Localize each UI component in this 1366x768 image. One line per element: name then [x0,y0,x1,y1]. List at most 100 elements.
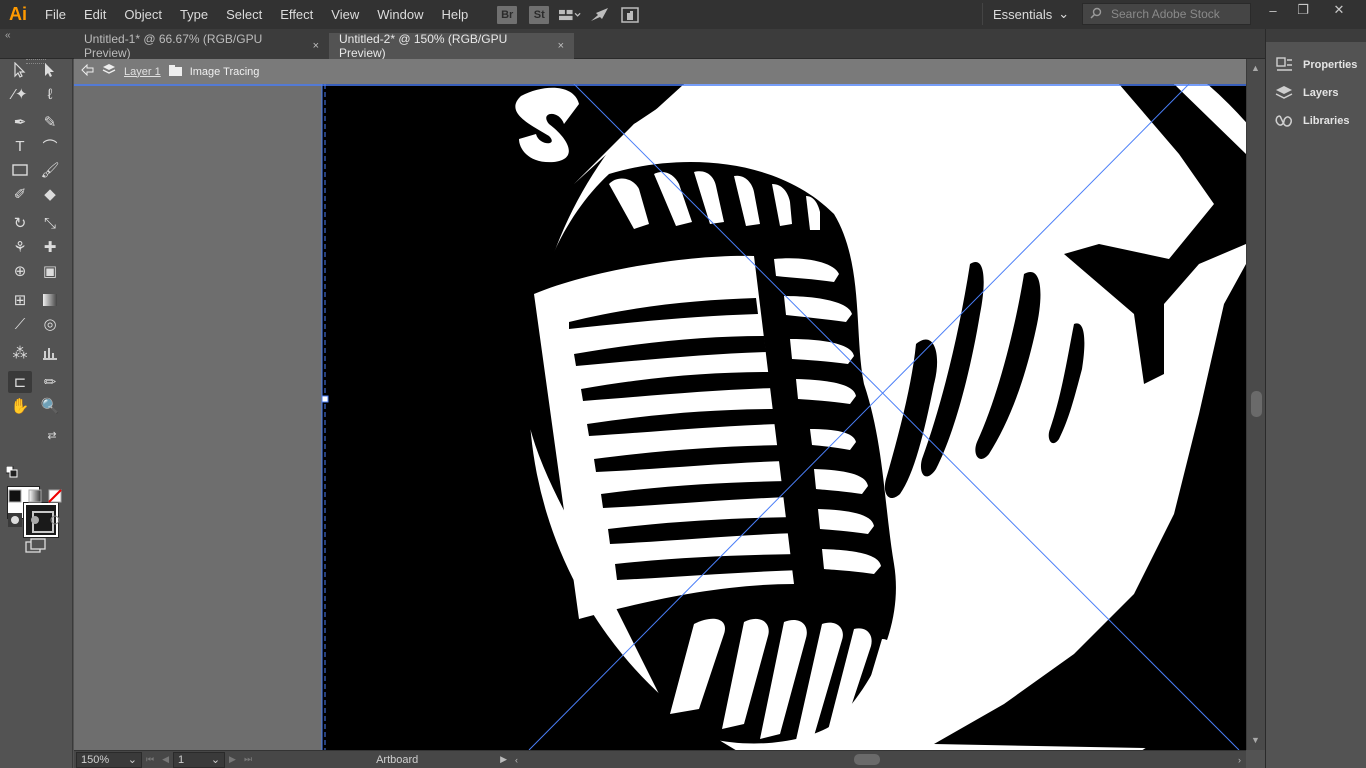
draw-normal-icon[interactable] [8,513,22,527]
minimize-icon[interactable]: – [1258,0,1288,20]
curvature-tool-icon[interactable]: ✎ [38,111,62,133]
artwork [74,84,1246,750]
document-tabs: « « Untitled-1* @ 66.67% (RGB/GPU Previe… [0,29,1366,60]
menu-file[interactable]: File [36,0,75,29]
menu-help[interactable]: Help [432,0,477,29]
paintbrush-tool-icon[interactable]: 🖌 [38,159,62,181]
close-icon[interactable]: × [558,40,564,52]
lasso-tool-icon[interactable]: ℓ [38,83,62,105]
draw-inside-icon[interactable] [48,513,62,527]
breadcrumb-group[interactable]: Image Tracing [190,66,260,78]
menu-view[interactable]: View [322,0,368,29]
search-input[interactable] [1111,7,1251,21]
touch-workspace-icon[interactable] [619,5,641,25]
pen-tool-icon[interactable]: ✒ [8,111,32,133]
arrange-documents-icon[interactable] [559,5,581,25]
horizontal-scroll-thumb[interactable] [854,754,880,765]
layers-icon [1274,83,1294,103]
scroll-thumb[interactable] [1251,391,1262,417]
none-mode-icon[interactable] [48,489,62,503]
live-paint-tool-icon[interactable]: ▣ [38,260,62,282]
tab-label: Untitled-2* @ 150% (RGB/GPU Preview) [339,32,508,60]
mesh-tool-icon[interactable]: ⊞ [8,289,32,311]
line-segment-tool-icon[interactable]: ⌒ [38,135,62,157]
stock-search[interactable] [1082,3,1251,25]
close-icon[interactable]: × [313,40,319,52]
magic-wand-tool-icon[interactable]: ⁄✦ [8,83,32,105]
menu-object[interactable]: Object [115,0,171,29]
menu-window[interactable]: Window [368,0,432,29]
symbol-sprayer-tool-icon[interactable]: ⁂ [8,342,32,364]
swap-fill-stroke-icon[interactable]: ⇄ [44,427,60,443]
selection-tool-icon[interactable] [8,59,32,81]
scroll-left-icon[interactable]: ‹ [515,755,518,765]
close-window-icon[interactable]: ✕ [1324,0,1354,20]
status-mode: Artboard [376,753,419,766]
selection-handle [321,395,329,403]
restore-icon[interactable]: ❐ [1288,0,1318,20]
chevron-down-icon: ⌄ [1058,6,1070,21]
eyedropper-tool-icon[interactable]: ⟋ [8,313,32,335]
properties-panel-button[interactable]: Properties [1274,54,1357,76]
first-artboard-icon[interactable]: ⏮ [146,754,154,765]
warp-tool-icon[interactable]: ⚘ [8,236,32,258]
layers-label: Layers [1303,87,1339,99]
status-menu-icon[interactable]: ▶ [500,754,507,765]
libraries-panel-button[interactable]: Libraries [1274,110,1349,132]
stock-button[interactable]: St [529,5,550,24]
right-panel-dock: Properties Layers Libraries [1265,29,1366,768]
layers-panel-button[interactable]: Layers [1274,82,1338,104]
rotate-tool-icon[interactable]: ↻ [8,212,32,234]
blend-tool-icon[interactable]: ◎ [38,313,62,335]
gradient-mode-icon[interactable] [28,489,42,503]
change-screen-mode-icon[interactable] [24,535,48,557]
zoom-level-select[interactable]: 150% ⌄ [76,751,142,768]
properties-label: Properties [1303,59,1358,71]
default-colors-icon[interactable] [5,465,20,480]
scroll-right-icon[interactable]: › [1238,755,1241,765]
last-artboard-icon[interactable]: ⏭ [244,754,252,765]
artboard-tool-icon[interactable]: ⊏ [8,371,32,393]
draw-behind-icon[interactable] [28,513,42,527]
menu-type[interactable]: Type [171,0,217,29]
eraser-tool-icon[interactable]: ◆ [38,183,62,205]
group-icon [168,64,182,79]
scroll-down-icon[interactable]: ▼ [1251,735,1260,745]
puppet-warp-tool-icon[interactable]: ✚ [38,236,62,258]
libraries-label: Libraries [1303,115,1350,127]
menu-select[interactable]: Select [217,0,271,29]
tab-label: Untitled-1* @ 66.67% (RGB/GPU Preview) [84,32,263,60]
collapse-toolbar-icon[interactable]: « [5,30,11,41]
column-graph-tool-icon[interactable] [38,342,62,364]
document-canvas[interactable] [74,84,1246,750]
tab-untitled-2[interactable]: Untitled-2* @ 150% (RGB/GPU Preview) × [329,32,574,60]
type-tool-icon[interactable]: T [8,135,32,157]
hand-tool-icon[interactable]: ✋ [8,395,32,417]
vertical-scrollbar[interactable]: ▲ ▼ [1246,59,1265,750]
gpu-performance-icon[interactable] [589,5,611,25]
breadcrumb-layer[interactable]: Layer 1 [124,66,161,78]
back-arrow-icon[interactable] [80,63,94,79]
previous-artboard-icon[interactable]: ◀ [162,754,169,765]
properties-icon [1274,55,1294,75]
menu-effect[interactable]: Effect [271,0,322,29]
workspace-switcher[interactable]: Essentials ⌄ [982,3,1079,25]
slice-tool-icon[interactable]: ✏ [38,371,62,393]
shape-builder-tool-icon[interactable]: ⊕ [8,260,32,282]
bridge-button[interactable]: Br [497,5,518,24]
gradient-tool-icon[interactable] [38,289,62,311]
tab-untitled-1[interactable]: Untitled-1* @ 66.67% (RGB/GPU Preview) × [74,32,329,60]
search-icon [1089,7,1105,22]
menu-edit[interactable]: Edit [75,0,115,29]
scale-tool-icon[interactable]: ⤡ [38,212,62,234]
artboard-number-select[interactable]: 1 ⌄ [173,751,226,768]
color-mode-icon[interactable] [8,489,22,503]
zoom-tool-icon[interactable]: 🔍 [38,395,62,417]
panel-header[interactable] [1266,29,1366,42]
shaper-tool-icon[interactable]: ✐ [8,183,32,205]
next-artboard-icon[interactable]: ▶ [229,754,236,765]
status-bar: 150% ⌄ ⏮ ◀ 1 ⌄ ▶ ⏭ Artboard ▶ ‹ › [74,750,1246,768]
direct-selection-tool-icon[interactable] [38,59,62,81]
scroll-up-icon[interactable]: ▲ [1251,63,1260,73]
rectangle-tool-icon[interactable] [8,159,32,181]
